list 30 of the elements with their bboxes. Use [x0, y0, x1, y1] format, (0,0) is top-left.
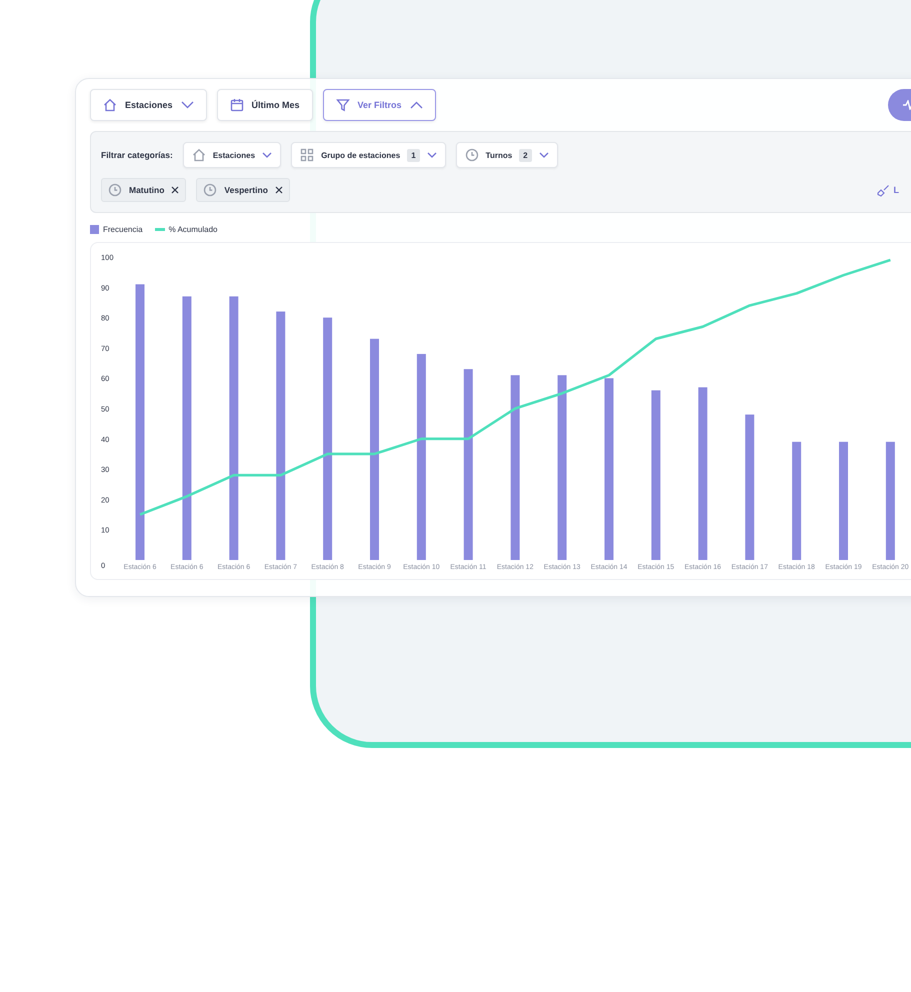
toolbar-button[interactable]: Estaciones — [90, 89, 207, 121]
broom-icon — [876, 184, 890, 196]
count-badge: 1 — [407, 148, 420, 162]
chevron-down-icon — [262, 152, 272, 158]
category-dropdown[interactable]: Turnos 2 — [456, 142, 558, 168]
category-dropdown[interactable]: Grupo de estaciones 1 — [291, 142, 446, 168]
chevron-up-icon — [410, 101, 423, 109]
home-icon — [192, 148, 206, 162]
filter-icon — [336, 98, 350, 112]
chevron-down-icon — [426, 152, 437, 158]
clock-icon — [464, 148, 479, 162]
close-icon[interactable] — [171, 186, 180, 194]
clear-filters-button[interactable]: L — [876, 184, 899, 196]
chip-label: Matutino — [129, 185, 164, 195]
category-dropdown[interactable]: Estaciones — [182, 142, 282, 168]
clock-icon — [108, 183, 122, 197]
count-badge: 2 — [519, 148, 532, 162]
chevron-down-icon — [538, 152, 549, 158]
chip-label: Vespertino — [224, 185, 268, 195]
grid-icon — [300, 148, 314, 162]
legend-label: Frecuencia — [103, 225, 143, 234]
home-icon — [103, 98, 117, 112]
legend-label: % Acumulado — [168, 225, 218, 234]
toolbar-button[interactable]: Último Mes — [216, 89, 313, 121]
clock-icon — [203, 183, 218, 197]
close-icon[interactable] — [274, 186, 283, 194]
filter-label: Filtrar categorías: — [101, 150, 173, 160]
calendar-icon — [230, 98, 244, 112]
chevron-down-icon — [180, 101, 194, 109]
toolbar-button[interactable]: Ver Filtros — [322, 89, 436, 121]
